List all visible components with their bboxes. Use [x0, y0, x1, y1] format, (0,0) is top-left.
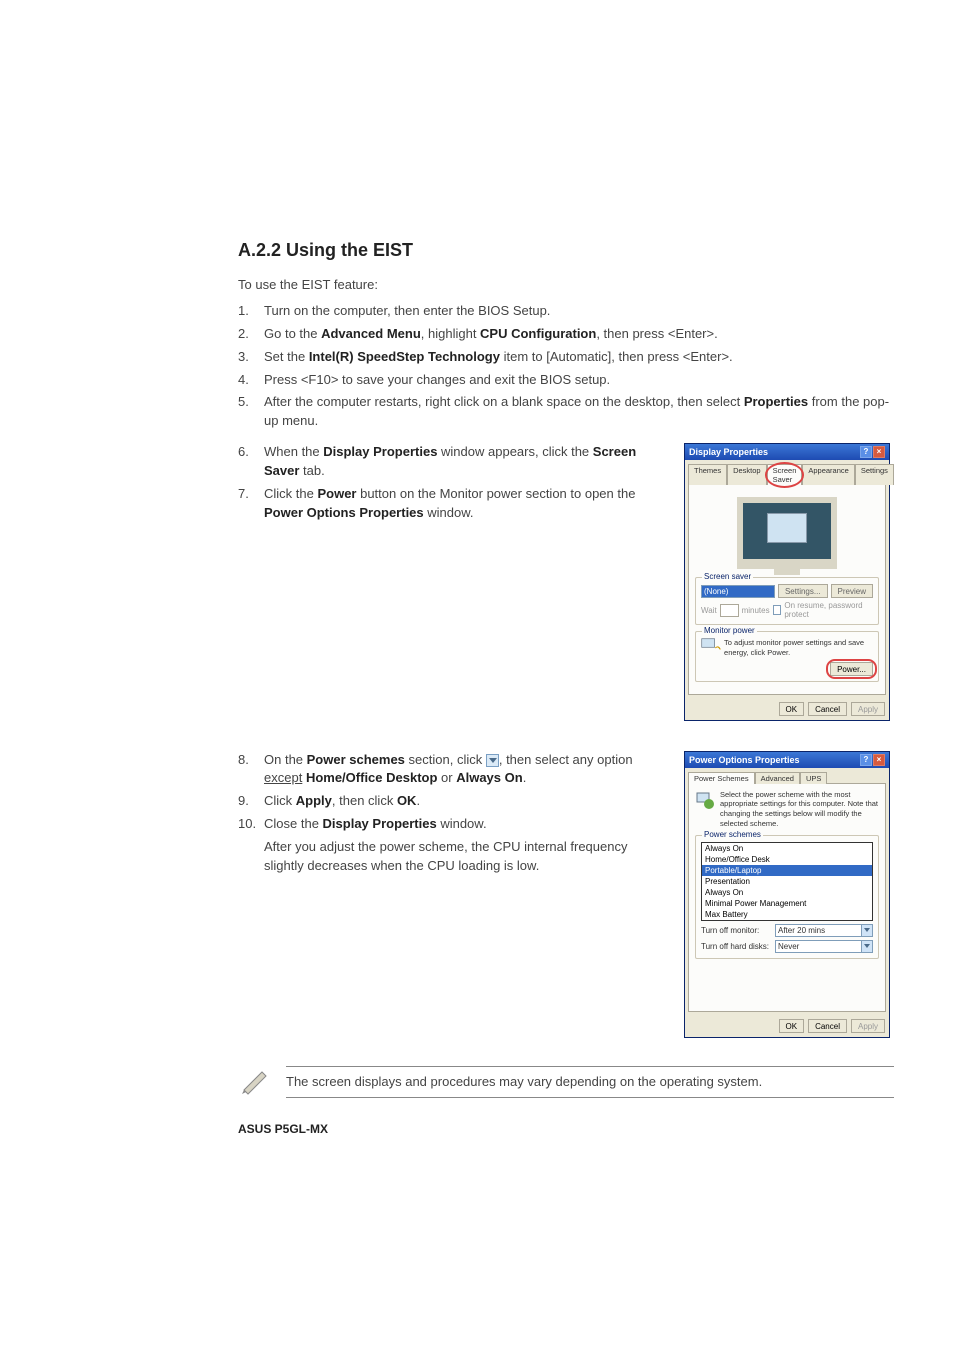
- scheme-option[interactable]: Always On: [702, 843, 872, 854]
- monitor-power-text: To adjust monitor power settings and sav…: [724, 638, 873, 658]
- apply-button[interactable]: Apply: [851, 1019, 885, 1033]
- scheme-option[interactable]: Minimal Power Management: [702, 898, 872, 909]
- step-2: Go to the Advanced Menu, highlight CPU C…: [264, 325, 894, 344]
- ok-button[interactable]: OK: [779, 1019, 805, 1033]
- screensaver-select[interactable]: (None): [701, 585, 775, 598]
- power-schemes-group: Power schemes Always On Home/Office Desk…: [695, 835, 879, 959]
- scheme-option[interactable]: Presentation: [702, 876, 872, 887]
- tab-ups[interactable]: UPS: [800, 772, 827, 784]
- intro-text: To use the EIST feature:: [238, 277, 894, 292]
- scheme-option[interactable]: Always On: [702, 887, 872, 898]
- group-label: Screen saver: [702, 572, 753, 581]
- window-title: Power Options Properties: [689, 755, 800, 765]
- step-num: 7.: [238, 485, 264, 523]
- note-text: The screen displays and procedures may v…: [286, 1066, 894, 1099]
- step-1: Turn on the computer, then enter the BIO…: [264, 302, 894, 321]
- step-5: After the computer restarts, right click…: [264, 393, 894, 431]
- step-num: 5.: [238, 393, 264, 431]
- monitor-energy-icon: [701, 638, 721, 656]
- footer-model: ASUS P5GL-MX: [238, 1122, 328, 1136]
- turn-off-monitor-label: Turn off monitor:: [701, 926, 775, 935]
- help-icon[interactable]: ?: [860, 754, 872, 766]
- step-num: 8.: [238, 751, 264, 789]
- step-9: Click Apply, then click OK.: [264, 792, 664, 811]
- turn-off-monitor-select[interactable]: After 20 mins: [775, 924, 873, 937]
- scheme-option[interactable]: Home/Office Desk: [702, 854, 872, 865]
- steps-list: 1. Turn on the computer, then enter the …: [238, 302, 894, 431]
- power-options-dialog: Power Options Properties ? × Power Schem…: [684, 751, 890, 1038]
- preview-button[interactable]: Preview: [831, 584, 873, 598]
- step-num: 6.: [238, 443, 264, 481]
- resume-label: On resume, password protect: [784, 601, 873, 619]
- settings-button[interactable]: Settings...: [778, 584, 828, 598]
- ok-button[interactable]: OK: [779, 702, 805, 716]
- dropdown-icon: [486, 754, 499, 767]
- close-icon[interactable]: ×: [873, 446, 885, 458]
- step-num: 9.: [238, 792, 264, 811]
- step-num: 1.: [238, 302, 264, 321]
- titlebar[interactable]: Power Options Properties ? ×: [685, 752, 889, 768]
- power-button[interactable]: Power...: [830, 662, 873, 676]
- window-title: Display Properties: [689, 447, 768, 457]
- screensaver-group: Screen saver (None) Settings... Preview …: [695, 577, 879, 625]
- step-4: Press <F10> to save your changes and exi…: [264, 371, 894, 390]
- help-icon[interactable]: ?: [860, 446, 872, 458]
- display-properties-dialog: Display Properties ? × Themes Desktop Sc…: [684, 443, 890, 721]
- group-label: Power schemes: [702, 830, 763, 839]
- tab-power-schemes[interactable]: Power Schemes: [688, 772, 755, 784]
- tab-screen-saver[interactable]: Screen Saver: [767, 464, 803, 485]
- tab-settings[interactable]: Settings: [855, 464, 894, 485]
- step-3: Set the Intel(R) SpeedStep Technology it…: [264, 348, 894, 367]
- step-num: 10.: [238, 815, 264, 876]
- step-num: 4.: [238, 371, 264, 390]
- turn-off-disks-select[interactable]: Never: [775, 940, 873, 953]
- scheme-option-selected[interactable]: Portable/Laptop: [702, 865, 872, 876]
- tabstrip: Power Schemes Advanced UPS: [685, 768, 889, 783]
- tab-desktop[interactable]: Desktop: [727, 464, 767, 485]
- power-scheme-dropdown-list[interactable]: Always On Home/Office Desk Portable/Lapt…: [701, 842, 873, 921]
- step-num: 2.: [238, 325, 264, 344]
- tab-themes[interactable]: Themes: [688, 464, 727, 485]
- monitor-preview: [737, 497, 837, 569]
- step-10-after: After you adjust the power scheme, the C…: [264, 838, 664, 876]
- step-num: 3.: [238, 348, 264, 367]
- scheme-option[interactable]: Max Battery: [702, 909, 872, 920]
- turn-off-disks-label: Turn off hard disks:: [701, 942, 775, 951]
- step-6: When the Display Properties window appea…: [264, 443, 664, 481]
- monitor-power-group: Monitor power To adjust monitor power se…: [695, 631, 879, 682]
- titlebar[interactable]: Display Properties ? ×: [685, 444, 889, 460]
- tabstrip: Themes Desktop Screen Saver Appearance S…: [685, 460, 889, 484]
- wait-unit: minutes: [742, 606, 770, 615]
- cancel-button[interactable]: Cancel: [808, 1019, 847, 1033]
- cancel-button[interactable]: Cancel: [808, 702, 847, 716]
- power-scheme-desc: Select the power scheme with the most ap…: [720, 790, 879, 829]
- power-scheme-icon: [695, 790, 715, 810]
- apply-button[interactable]: Apply: [851, 702, 885, 716]
- wait-spinner[interactable]: [720, 604, 739, 617]
- group-label: Monitor power: [702, 626, 757, 635]
- step-7: Click the Power button on the Monitor po…: [264, 485, 664, 523]
- section-heading: A.2.2 Using the EIST: [238, 240, 894, 261]
- tab-appearance[interactable]: Appearance: [802, 464, 854, 485]
- step-8: On the Power schemes section, click , th…: [264, 751, 664, 789]
- step-10: Close the Display Properties window. Aft…: [264, 815, 664, 876]
- close-icon[interactable]: ×: [873, 754, 885, 766]
- resume-checkbox[interactable]: [773, 605, 782, 615]
- tab-advanced[interactable]: Advanced: [755, 772, 800, 784]
- note-icon: [240, 1066, 270, 1096]
- wait-label: Wait: [701, 606, 717, 615]
